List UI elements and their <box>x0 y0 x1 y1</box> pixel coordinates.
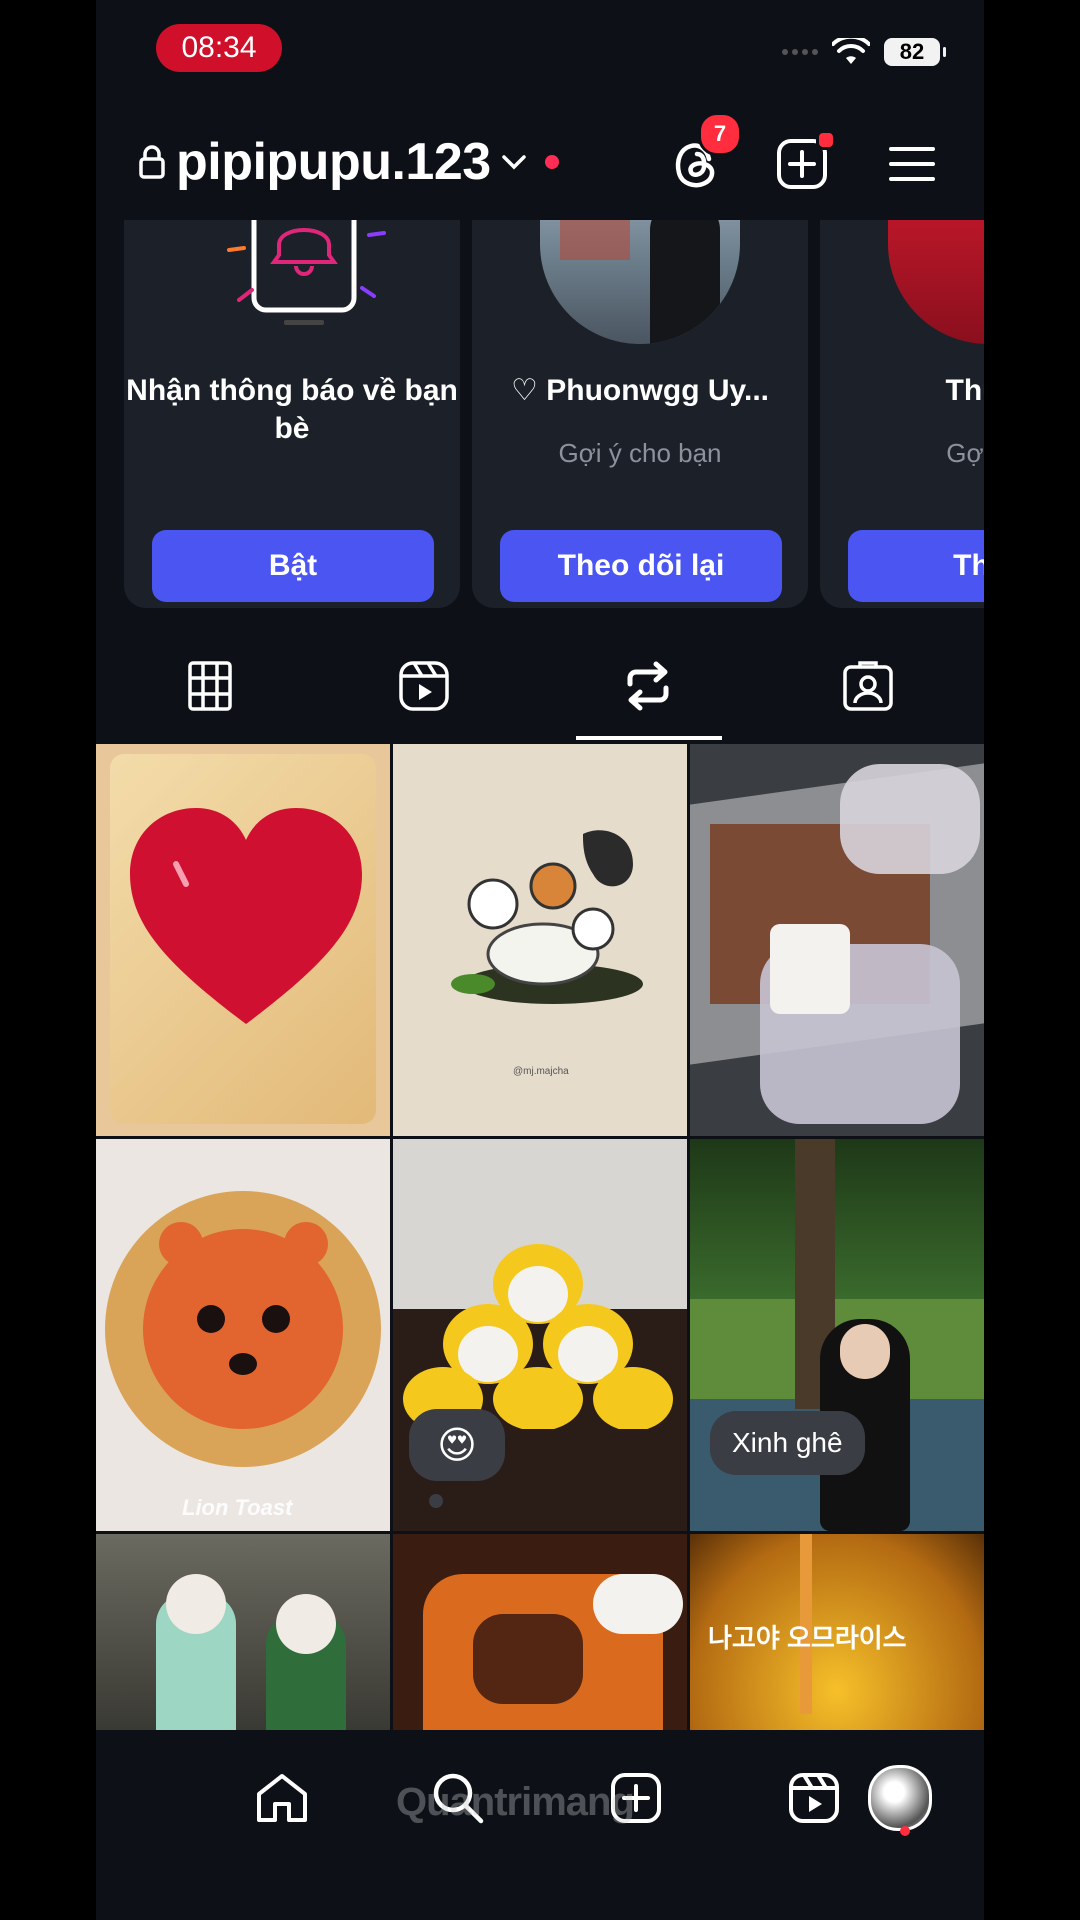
comment-text: Xinh ghê <box>732 1427 843 1458</box>
menu-button[interactable] <box>882 134 942 194</box>
enable-button[interactable]: Bật <box>152 530 434 602</box>
chevron-down-icon <box>501 155 526 170</box>
follow-back-button[interactable]: Theo dõi lại <box>500 530 782 602</box>
grid-icon <box>188 661 232 711</box>
lion-toast-image <box>105 1191 381 1467</box>
profile-notification-dot <box>900 1826 910 1836</box>
create-post-button[interactable] <box>772 130 836 194</box>
nav-home[interactable] <box>250 1766 314 1830</box>
reels-icon <box>399 661 449 711</box>
grid-post[interactable] <box>690 744 984 1136</box>
username: pipipupu.123 <box>176 133 491 191</box>
nav-reels[interactable] <box>782 1766 846 1830</box>
wifi-icon <box>832 38 870 64</box>
reels-icon <box>789 1773 839 1823</box>
artist-watermark: @mj.majcha <box>513 1066 569 1077</box>
suggestion-subtitle: Gợi ý cho bạn <box>558 438 722 468</box>
suggestion-subtitle: Gợi ý c <box>946 438 984 468</box>
repost-icon <box>627 661 669 711</box>
bottom-navigation: Quantrimang <box>96 1730 984 1920</box>
threads-badge: 7 <box>698 112 742 156</box>
tab-reels[interactable] <box>396 658 452 714</box>
suggestion-name: Thu H <box>945 374 985 407</box>
cats-matcha-illustration <box>451 830 643 1004</box>
status-time: 08:34 <box>156 24 282 72</box>
create-notification-dot <box>816 130 836 150</box>
account-notification-dot <box>544 155 559 169</box>
follow-button[interactable]: Theo <box>848 530 984 602</box>
tagged-icon <box>843 661 893 711</box>
active-tab-indicator <box>576 736 722 740</box>
grid-post[interactable]: Xinh ghê <box>690 1139 984 1531</box>
battery-indicator: 82 <box>884 38 946 66</box>
profile-tabs <box>96 630 984 742</box>
korean-caption: 나고야 오므라이스 <box>708 1623 907 1653</box>
suggestion-name: ♡ Phuonwgg Uy... <box>511 374 769 407</box>
tab-tagged[interactable] <box>840 658 896 714</box>
heart-jam-image <box>130 808 362 1024</box>
suggestion-card: Thu H Gợi ý c Theo <box>820 220 984 608</box>
account-switcher[interactable]: pipipupu.123 <box>138 132 559 192</box>
home-icon <box>257 1774 307 1822</box>
lock-icon <box>139 145 165 179</box>
cat-rice-balls-image <box>403 1244 673 1429</box>
phone-notification-illustration <box>227 220 386 325</box>
tab-posts[interactable] <box>182 658 238 714</box>
grid-post[interactable]: 나고야 오므라이스 <box>690 1534 984 1730</box>
suggestion-avatar <box>540 220 740 344</box>
grid-post[interactable] <box>96 1534 390 1730</box>
grid-post[interactable]: 😍 <box>393 1139 687 1531</box>
suggestion-card: ♡ Phuonwgg Uy... Gợi ý cho bạn Theo dõi … <box>472 220 808 608</box>
lion-toast-caption: Lion Toast <box>182 1495 293 1520</box>
phone-screen: 08:34 82 pipipupu.123 7 Nhận thông báo v… <box>96 0 984 1920</box>
hamburger-menu-icon <box>889 147 935 181</box>
threads-button[interactable]: 7 <box>666 112 742 194</box>
emoji-reaction-bubble: 😍 <box>409 1409 505 1481</box>
cellular-icon <box>782 49 818 55</box>
emoji-reaction: 😍 <box>437 1424 477 1467</box>
suggestion-avatar <box>888 220 984 344</box>
profile-avatar <box>868 1765 932 1831</box>
suggestions-carousel[interactable]: Nhận thông báo về bạn bè Bật ♡ Phuonwgg … <box>96 220 984 610</box>
nav-profile[interactable] <box>868 1765 932 1831</box>
tab-reposts[interactable] <box>620 658 676 714</box>
reposts-grid: @mj.majcha Lion Toast 😍 Xinh ghê 나고야 오므라… <box>96 744 984 1730</box>
grid-post[interactable]: @mj.majcha <box>393 744 687 1136</box>
grid-post[interactable] <box>96 744 390 1136</box>
comment-bubble: Xinh ghê <box>710 1411 865 1475</box>
site-watermark: Quantrimang <box>396 1780 635 1824</box>
suggestion-name: Nhận thông báo về bạn bè <box>126 374 458 445</box>
status-indicators: 82 <box>782 38 946 66</box>
profile-header: pipipupu.123 7 <box>96 110 984 218</box>
grid-post[interactable]: Lion Toast <box>96 1139 390 1531</box>
grid-post[interactable] <box>393 1534 687 1730</box>
suggestion-card: Nhận thông báo về bạn bè Bật <box>124 220 460 608</box>
